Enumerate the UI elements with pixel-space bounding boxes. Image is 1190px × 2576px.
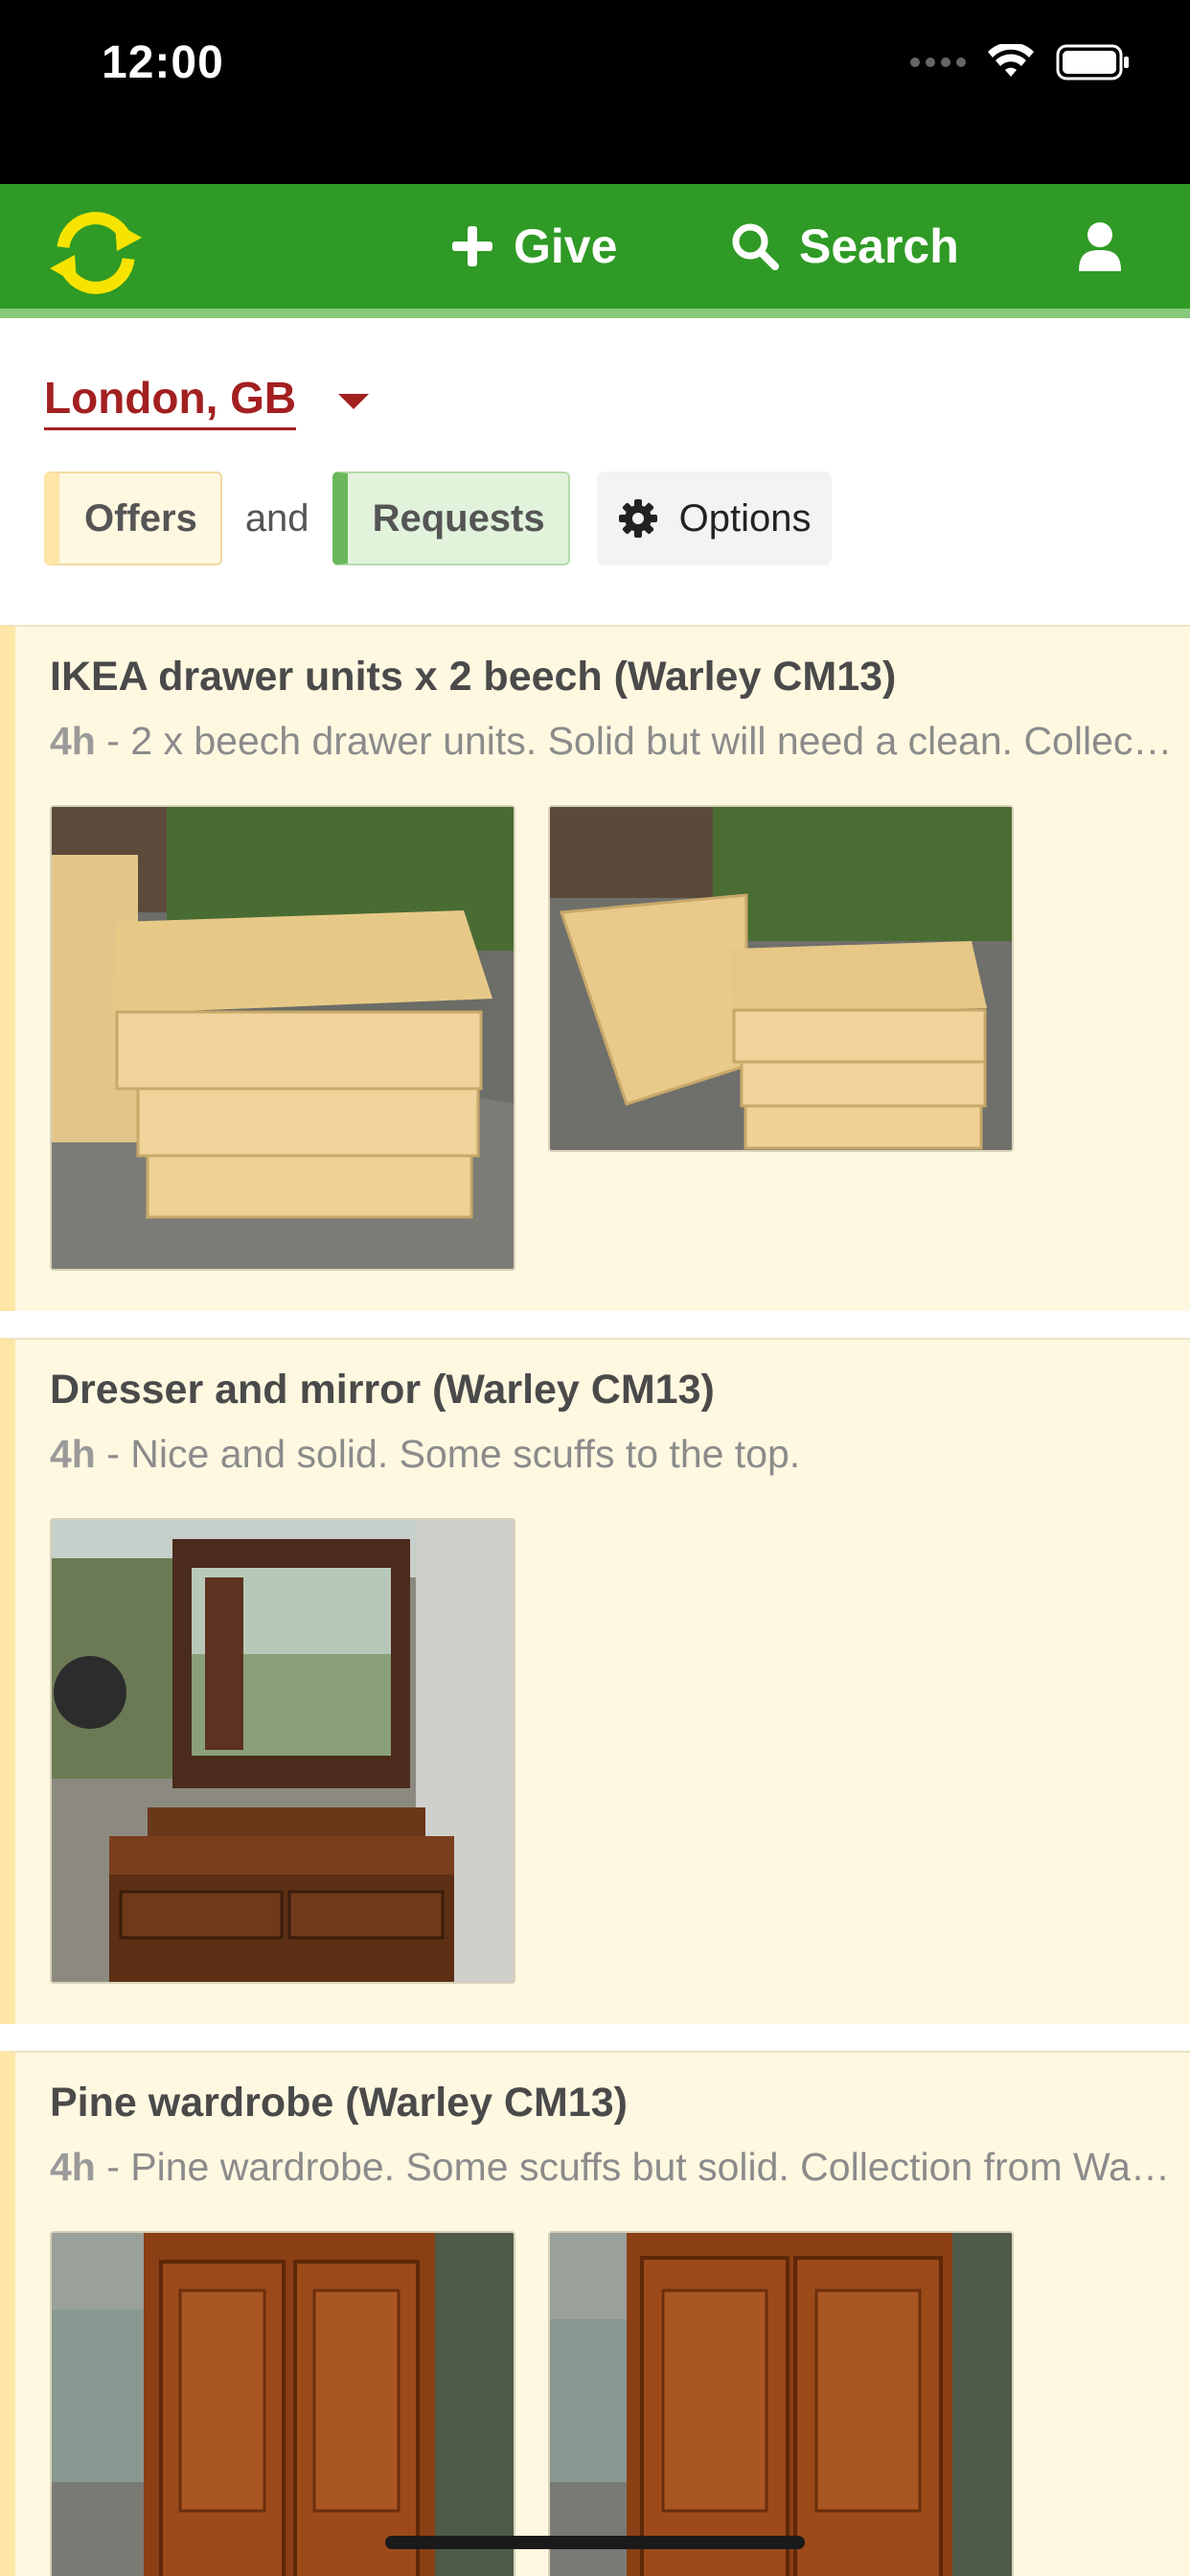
post-summary: 4h - Pine wardrobe. Some scuffs but soli… [50, 2145, 1176, 2190]
freegle-logo-icon[interactable] [42, 205, 149, 301]
post-photo[interactable] [548, 2231, 1014, 2576]
search-button[interactable]: Search [730, 184, 959, 309]
post-title[interactable]: IKEA drawer units x 2 beech (Warley CM13… [50, 654, 896, 701]
give-label: Give [514, 219, 618, 273]
post-description: - Nice and solid. Some scuffs to the top… [95, 1432, 801, 1476]
user-icon [1079, 222, 1121, 271]
plus-icon [452, 226, 492, 266]
status-bar: 12:00 [0, 0, 1190, 184]
gear-icon [618, 499, 657, 538]
post-card[interactable]: Dresser and mirror (Warley CM13) 4h - Ni… [0, 1338, 1190, 2024]
options-label: Options [678, 496, 812, 540]
post-card[interactable]: IKEA drawer units x 2 beech (Warley CM13… [0, 625, 1190, 1311]
options-button[interactable]: Options [596, 472, 833, 565]
status-time: 12:00 [102, 37, 224, 88]
account-button[interactable] [1077, 184, 1123, 309]
post-age: 4h [50, 2145, 96, 2189]
give-button[interactable]: Give [450, 184, 617, 309]
search-label: Search [799, 219, 959, 273]
post-photo[interactable] [50, 1518, 515, 1984]
post-photo[interactable] [50, 805, 515, 1271]
post-title[interactable]: Pine wardrobe (Warley CM13) [50, 2080, 628, 2127]
post-photo[interactable] [548, 805, 1014, 1152]
offers-toggle[interactable]: Offers [44, 472, 222, 565]
top-nav: Give Search [0, 184, 1190, 318]
post-title[interactable]: Dresser and mirror (Warley CM13) [50, 1367, 715, 1414]
home-indicator[interactable] [385, 2536, 805, 2549]
and-label: and [244, 496, 309, 540]
signal-icon [910, 58, 966, 67]
post-photo[interactable] [50, 2231, 515, 2576]
post-age: 4h [50, 1432, 96, 1476]
battery-icon [1056, 44, 1129, 80]
post-description: - 2 x beech drawer units. Solid but will… [106, 719, 1176, 763]
caret-down-icon[interactable] [338, 393, 370, 409]
post-card[interactable]: Pine wardrobe (Warley CM13) 4h - Pine wa… [0, 2051, 1190, 2576]
post-age: 4h [50, 719, 96, 763]
search-icon [732, 223, 779, 270]
post-summary: 4h - 2 x beech drawer units. Solid but w… [50, 719, 1176, 764]
status-icons [910, 44, 1131, 80]
wifi-icon [988, 44, 1034, 77]
location-selector[interactable]: London, GB [44, 372, 370, 430]
post-summary: 4h - Nice and solid. Some scuffs to the … [50, 1432, 1176, 1477]
filter-bar: Offers and Requests Options [44, 472, 833, 565]
location-label[interactable]: London, GB [44, 372, 297, 430]
requests-toggle[interactable]: Requests [332, 472, 570, 565]
post-description: - Pine wardrobe. Some scuffs but solid. … [106, 2145, 1176, 2189]
